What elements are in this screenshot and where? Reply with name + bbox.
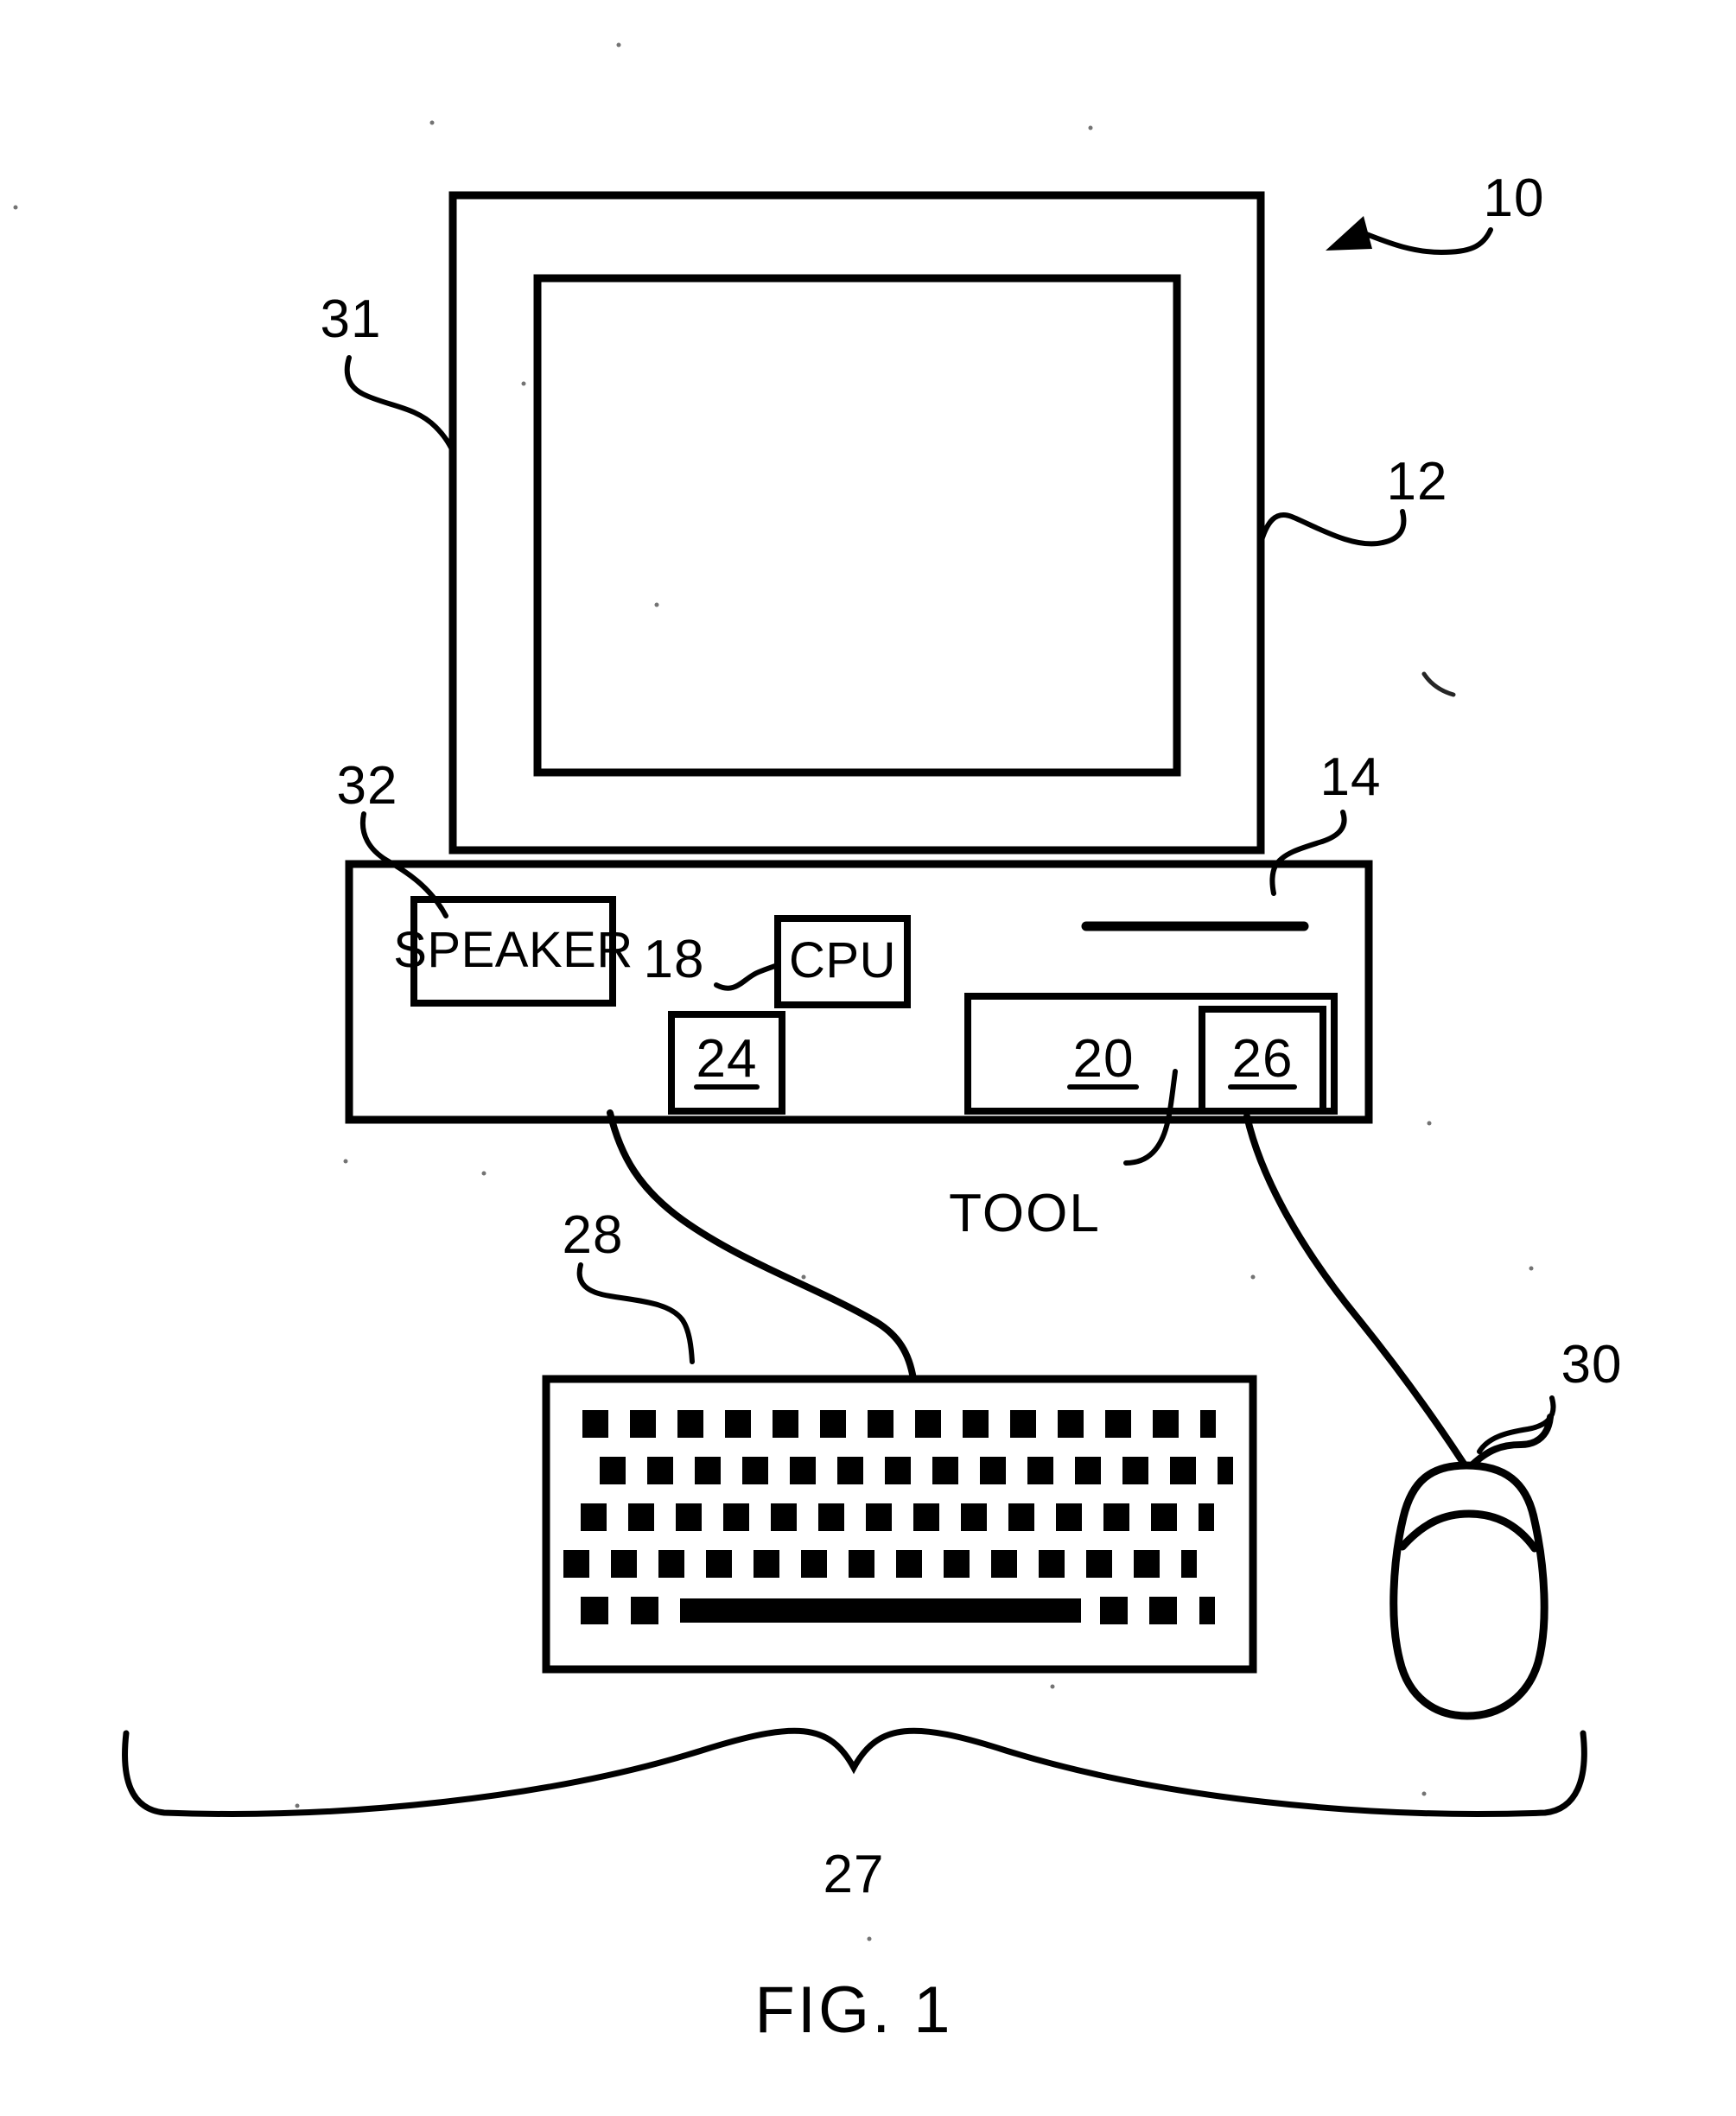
system-brace-group: 27	[122, 1727, 1587, 1904]
ref-28-label: 28	[563, 1205, 624, 1265]
ref-18-label: 18	[644, 930, 705, 989]
ref-10-leader	[1357, 227, 1493, 256]
tool-box-label: 26	[1232, 1029, 1294, 1089]
keyboard-spacebar	[680, 1598, 1081, 1623]
ref-30-group: 30	[1477, 1335, 1623, 1454]
figure-caption: FIG. 1	[754, 1973, 952, 2047]
figure-1-drawing: SPEAKER CPU 18 24 20 26 10 31 12 32 14 T…	[13, 42, 1623, 2047]
keyboard-cable	[607, 1109, 917, 1382]
speaker-box-label: SPEAKER	[393, 922, 633, 978]
memory-box-label: 24	[696, 1029, 758, 1089]
mouse-group	[1389, 1461, 1548, 1720]
ref-31-leader	[344, 355, 455, 454]
ref-27-label: 27	[823, 1845, 885, 1904]
ref-28-group: 28	[563, 1205, 695, 1364]
mouse-body	[1389, 1461, 1548, 1720]
ref-10-group: 10	[1326, 168, 1545, 256]
ref-12-group: 12	[1257, 452, 1448, 549]
ref-12-leader	[1257, 509, 1407, 549]
mouse-cable	[1243, 1113, 1467, 1467]
ref-31-label: 31	[321, 289, 382, 349]
system-brace	[122, 1727, 1587, 1817]
cpu-box-label: CPU	[789, 932, 896, 988]
tool-text-label: TOOL	[949, 1184, 1101, 1243]
scan-artifact-mark	[1421, 671, 1456, 697]
ref-32-label: 32	[337, 756, 398, 816]
ref-12-label: 12	[1387, 452, 1448, 512]
ref-10-arrowhead	[1326, 216, 1372, 251]
chassis-group: SPEAKER CPU 18 24 20 26	[345, 860, 1373, 1124]
monitor-group	[448, 191, 1265, 855]
interface-box-label: 20	[1073, 1029, 1135, 1089]
patent-figure-page: SPEAKER CPU 18 24 20 26 10 31 12 32 14 T…	[0, 0, 1736, 2116]
ref-14-label: 14	[1320, 747, 1382, 807]
ref-28-leader	[576, 1262, 695, 1364]
keyboard-group	[542, 1375, 1257, 1674]
ref-30-label: 30	[1561, 1335, 1623, 1395]
ref-31-group: 31	[321, 289, 455, 454]
ref-10-label: 10	[1484, 168, 1545, 228]
monitor-screen	[533, 274, 1181, 777]
